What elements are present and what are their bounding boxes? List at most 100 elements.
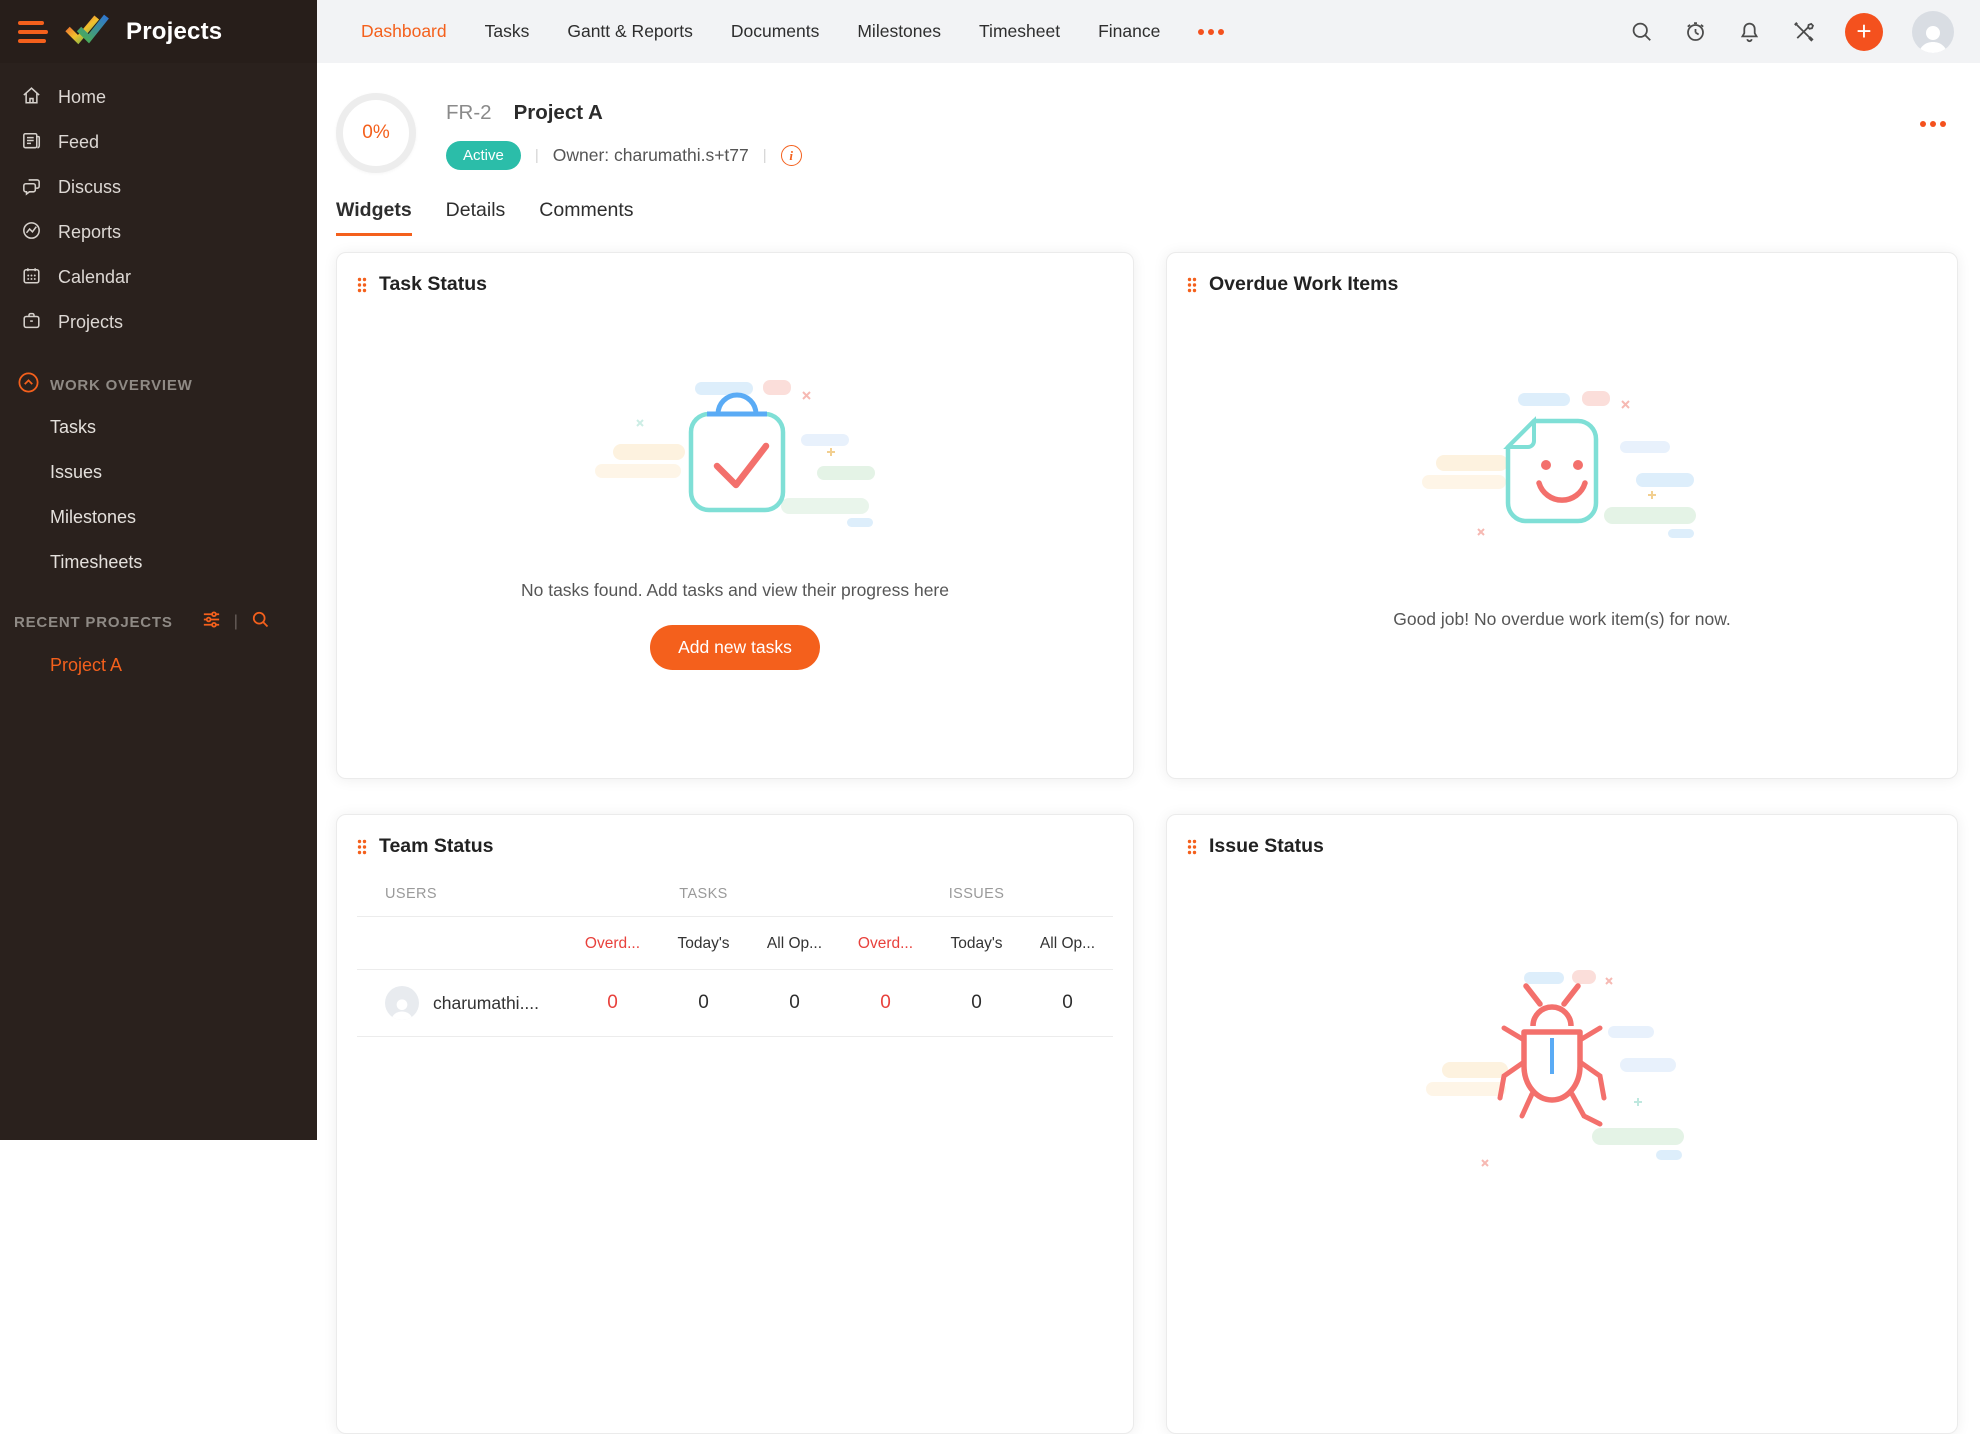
work-overview-header[interactable]: WORK OVERVIEW	[0, 365, 317, 405]
project-title: Project A	[514, 101, 603, 125]
plus-icon[interactable]: +	[1845, 13, 1883, 51]
subheader-tasks-all-open[interactable]: All Op...	[749, 935, 840, 953]
sidebar-item-timesheets[interactable]: Timesheets	[0, 540, 317, 585]
cell-issues-todays[interactable]: 0	[931, 992, 1022, 1014]
hamburger-menu-icon[interactable]	[18, 21, 48, 43]
more-horizontal-icon[interactable]	[1920, 121, 1946, 127]
topbar: Dashboard Tasks Gantt & Reports Document…	[317, 0, 1980, 63]
nav-item-timesheet[interactable]: Timesheet	[979, 21, 1060, 42]
briefcase-icon	[20, 309, 43, 337]
nav-item-gantt-reports[interactable]: Gantt & Reports	[567, 21, 692, 42]
more-horizontal-icon[interactable]	[1198, 29, 1224, 35]
sidebar-item-label: Reports	[58, 222, 121, 243]
nav-item-documents[interactable]: Documents	[731, 21, 820, 42]
cell-tasks-todays[interactable]: 0	[658, 992, 749, 1014]
divider: |	[763, 147, 767, 164]
project-code: FR-2	[446, 101, 492, 125]
sidebar-item-feed[interactable]: Feed	[0, 120, 317, 165]
sidebar-item-reports[interactable]: Reports	[0, 210, 317, 255]
subheader-issues-overdue[interactable]: Overd...	[840, 935, 931, 953]
sidebar-nav: Home Feed Discuss Reports	[0, 63, 317, 345]
subheader-tasks-todays[interactable]: Today's	[658, 935, 749, 953]
recent-projects-header: RECENT PROJECTS |	[0, 601, 317, 643]
user-name[interactable]: charumathi....	[433, 993, 539, 1014]
sidebar-item-label: Feed	[58, 132, 99, 153]
cell-tasks-overdue[interactable]: 0	[567, 992, 658, 1014]
info-icon[interactable]: i	[781, 145, 802, 166]
sidebar-item-calendar[interactable]: Calendar	[0, 255, 317, 300]
sidebar-item-home[interactable]: Home	[0, 75, 317, 120]
recent-projects-label: RECENT PROJECTS	[14, 614, 173, 631]
top-navigation: Dashboard Tasks Gantt & Reports Document…	[317, 21, 1224, 42]
recent-project-item[interactable]: Project A	[0, 643, 317, 688]
nav-item-milestones[interactable]: Milestones	[857, 21, 941, 42]
widget-title: Task Status	[379, 273, 487, 296]
bug-icon	[1412, 970, 1712, 1190]
task-bag-check-icon	[595, 378, 875, 528]
project-owner: Owner: charumathi.s+t77	[553, 145, 749, 166]
app-title: Projects	[126, 18, 222, 46]
add-new-tasks-button[interactable]: Add new tasks	[650, 625, 820, 670]
widgets-grid: Task Status No tasks found. A	[336, 252, 1958, 1434]
sidebar-item-label: Calendar	[58, 267, 131, 288]
sidebar-item-label: Discuss	[58, 177, 121, 198]
sidebar: Projects Home Feed Discuss	[0, 0, 317, 1140]
subheader-issues-todays[interactable]: Today's	[931, 935, 1022, 953]
tab-details[interactable]: Details	[446, 199, 506, 236]
project-progress-value: 0%	[362, 122, 389, 144]
bell-icon[interactable]	[1737, 19, 1762, 44]
home-icon	[20, 84, 43, 112]
subheader-issues-all-open[interactable]: All Op...	[1022, 935, 1113, 953]
widget-task-status: Task Status No tasks found. A	[336, 252, 1134, 779]
table-row: charumathi.... 0 0 0 0 0 0	[357, 970, 1113, 1037]
app-logo-row: Projects	[0, 0, 317, 63]
nav-item-finance[interactable]: Finance	[1098, 21, 1160, 42]
widget-team-status: Team Status USERS TASKS ISSUES Overd... …	[336, 814, 1134, 1434]
timer-icon[interactable]	[1683, 19, 1708, 44]
status-badge[interactable]: Active	[446, 141, 521, 170]
sidebar-item-tasks[interactable]: Tasks	[0, 405, 317, 450]
filter-sliders-icon[interactable]	[201, 609, 222, 635]
project-header: 0% FR-2 Project A Active | Owner: charum…	[336, 93, 1958, 173]
drag-handle-icon[interactable]	[1187, 839, 1197, 855]
drag-handle-icon[interactable]	[1187, 277, 1197, 293]
avatar[interactable]	[1912, 11, 1954, 53]
widget-title: Team Status	[379, 835, 494, 858]
column-header-issues: ISSUES	[840, 886, 1113, 902]
subheader-tasks-overdue[interactable]: Overd...	[567, 935, 658, 953]
sidebar-item-issues[interactable]: Issues	[0, 450, 317, 495]
nav-item-dashboard[interactable]: Dashboard	[361, 21, 447, 42]
work-overview-label: WORK OVERVIEW	[50, 377, 193, 394]
feed-icon	[20, 129, 43, 157]
cell-tasks-all-open[interactable]: 0	[749, 992, 840, 1014]
main-content: 0% FR-2 Project A Active | Owner: charum…	[317, 63, 1980, 1140]
sidebar-item-projects[interactable]: Projects	[0, 300, 317, 345]
sidebar-item-label: Projects	[58, 312, 123, 333]
work-overview-list: Tasks Issues Milestones Timesheets	[0, 405, 317, 585]
cell-issues-overdue[interactable]: 0	[840, 992, 931, 1014]
drag-handle-icon[interactable]	[357, 839, 367, 855]
tab-comments[interactable]: Comments	[539, 199, 633, 236]
sidebar-item-discuss[interactable]: Discuss	[0, 165, 317, 210]
app-logo-icon	[64, 12, 110, 51]
sidebar-item-milestones[interactable]: Milestones	[0, 495, 317, 540]
sidebar-item-label: Home	[58, 87, 106, 108]
cell-issues-all-open[interactable]: 0	[1022, 992, 1113, 1014]
empty-state-text: No tasks found. Add tasks and view their…	[357, 580, 1113, 601]
widget-title: Issue Status	[1209, 835, 1324, 858]
search-icon[interactable]	[1629, 19, 1654, 44]
chevron-up-circle-icon[interactable]	[17, 371, 40, 399]
discuss-icon	[20, 174, 43, 202]
nav-item-tasks[interactable]: Tasks	[485, 21, 530, 42]
column-header-tasks: TASKS	[567, 886, 840, 902]
tools-icon[interactable]	[1791, 19, 1816, 44]
avatar	[385, 986, 419, 1020]
widget-title: Overdue Work Items	[1209, 273, 1398, 296]
sub-item-label: Issues	[50, 462, 102, 483]
drag-handle-icon[interactable]	[357, 277, 367, 293]
tab-widgets[interactable]: Widgets	[336, 199, 412, 236]
search-icon[interactable]	[250, 609, 271, 635]
sub-item-label: Timesheets	[50, 552, 142, 573]
divider: |	[234, 613, 238, 631]
divider: |	[535, 147, 539, 164]
